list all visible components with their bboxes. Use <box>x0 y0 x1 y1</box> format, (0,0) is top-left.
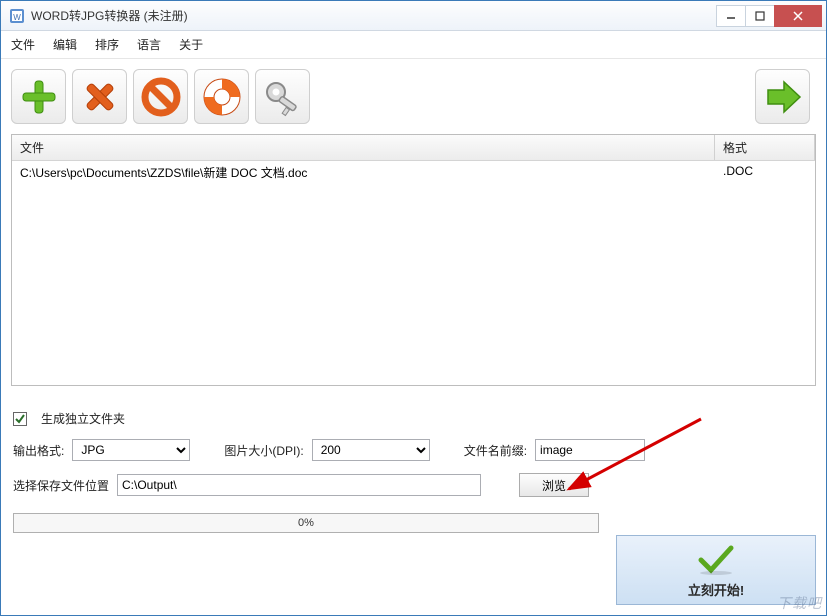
key-icon <box>262 76 304 118</box>
menu-edit[interactable]: 编辑 <box>53 36 77 53</box>
window-controls <box>717 5 822 27</box>
menu-sort[interactable]: 排序 <box>95 36 119 53</box>
prefix-label: 文件名前缀: <box>464 442 527 459</box>
gen-folder-checkbox[interactable] <box>13 412 27 426</box>
progress-bar: 0% <box>13 513 599 533</box>
window-title: WORD转JPG转换器 (未注册) <box>31 7 717 24</box>
clear-button[interactable] <box>133 69 188 124</box>
out-format-select[interactable]: JPG <box>72 439 190 461</box>
cell-file: C:\Users\pc\Documents\ZZDS\file\新建 DOC 文… <box>12 161 715 184</box>
out-format-label: 输出格式: <box>13 442 64 459</box>
x-icon <box>80 77 120 117</box>
svg-text:W: W <box>13 13 21 22</box>
no-entry-icon <box>141 77 181 117</box>
dpi-select[interactable]: 200 <box>312 439 430 461</box>
dpi-label: 图片大小(DPI): <box>224 442 303 459</box>
progress-text: 0% <box>298 517 314 529</box>
add-button[interactable] <box>11 69 66 124</box>
prefix-input[interactable] <box>535 439 645 461</box>
options-panel: 生成独立文件夹 输出格式: JPG 图片大小(DPI): 200 文件名前缀: … <box>1 386 826 513</box>
register-button[interactable] <box>255 69 310 124</box>
title-bar: W WORD转JPG转换器 (未注册) <box>1 1 826 31</box>
col-format-header[interactable]: 格式 <box>715 135 815 160</box>
lifebuoy-icon <box>201 76 243 118</box>
watermark: 下载吧 <box>777 593 822 613</box>
plus-icon <box>19 77 59 117</box>
menu-bar: 文件 编辑 排序 语言 关于 <box>1 31 826 59</box>
start-label: 立刻开始! <box>688 580 744 599</box>
browse-button[interactable]: 浏览 <box>519 473 589 497</box>
file-table: 文件 格式 C:\Users\pc\Documents\ZZDS\file\新建… <box>11 134 816 386</box>
app-icon: W <box>9 8 25 24</box>
menu-file[interactable]: 文件 <box>11 36 35 53</box>
output-label: 选择保存文件位置 <box>13 477 109 494</box>
checkmark-icon <box>695 542 737 576</box>
cell-format: .DOC <box>715 161 815 184</box>
toolbar <box>1 59 826 130</box>
col-file-header[interactable]: 文件 <box>12 135 715 160</box>
menu-about[interactable]: 关于 <box>179 36 203 53</box>
minimize-button[interactable] <box>716 5 746 27</box>
table-row[interactable]: C:\Users\pc\Documents\ZZDS\file\新建 DOC 文… <box>12 161 815 184</box>
menu-language[interactable]: 语言 <box>137 36 161 53</box>
next-button[interactable] <box>755 69 810 124</box>
table-header: 文件 格式 <box>12 135 815 161</box>
check-icon <box>14 413 26 425</box>
arrow-right-icon <box>762 76 804 118</box>
remove-button[interactable] <box>72 69 127 124</box>
gen-folder-label: 生成独立文件夹 <box>41 410 125 427</box>
output-path-input[interactable] <box>117 474 481 496</box>
app-window: W WORD转JPG转换器 (未注册) 文件 编辑 排序 语言 关于 文件 格式… <box>0 0 827 616</box>
close-button[interactable] <box>774 5 822 27</box>
maximize-button[interactable] <box>745 5 775 27</box>
help-button[interactable] <box>194 69 249 124</box>
